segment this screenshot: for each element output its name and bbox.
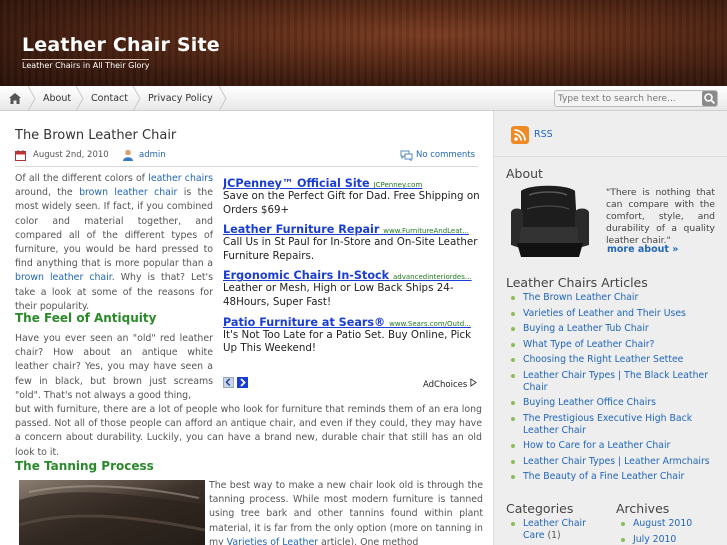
leather-armchair-image xyxy=(511,185,589,257)
home-icon xyxy=(9,93,21,104)
article-link[interactable]: Leather Chair Types | The Black Leather … xyxy=(507,370,717,394)
about-quote: "There is nothing that can compare with … xyxy=(606,187,715,246)
rss-button[interactable] xyxy=(511,126,529,144)
article-link[interactable]: The Prestigious Executive High Back Leat… xyxy=(507,413,717,437)
section-tanning-text: The best way to make a new chair look ol… xyxy=(209,479,483,545)
ad-title[interactable]: Ergonomic Chairs In-Stock advancedinteri… xyxy=(223,269,480,282)
main-content: The Brown Leather Chair August 2nd, 2010… xyxy=(0,111,493,545)
section-antiquity-text-b: but with furniture, there are a lot of p… xyxy=(15,404,482,458)
article-link[interactable]: The Beauty of a Fine Leather Chair xyxy=(507,471,717,483)
adchoices[interactable]: AdChoices xyxy=(423,378,477,390)
nav-item-privacy-policy[interactable]: Privacy Policy xyxy=(148,86,213,111)
ad-unit[interactable]: Patio Furniture at Sears® www.Sears.com/… xyxy=(223,316,480,356)
site-title[interactable]: Leather Chair Site xyxy=(22,34,220,56)
ad-title-text[interactable]: Leather Furniture Repair xyxy=(223,223,379,236)
varieties-of-leather-link[interactable]: Varieties of Leather xyxy=(227,537,318,545)
section-heading-tanning: The Tanning Process xyxy=(15,459,154,473)
ad-title[interactable]: Leather Furniture Repair www.FurnitureAn… xyxy=(223,223,480,236)
ad-text: Leather or Mesh, High or Low Back Ships … xyxy=(223,282,454,308)
article-link[interactable]: Buying Leather Office Chairs xyxy=(507,397,717,409)
post-meta: August 2nd, 2010 admin No comments xyxy=(15,149,478,167)
articles-heading: Leather Chairs Articles xyxy=(506,275,648,290)
site-header: Leather Chair Site Leather Chairs in All… xyxy=(0,0,727,86)
tanning-text: article). One method xyxy=(318,536,419,545)
comments-link[interactable]: No comments xyxy=(416,150,475,160)
rss-icon xyxy=(514,129,526,141)
article-link[interactable]: What Type of Leather Chair? xyxy=(507,339,717,351)
search-input[interactable] xyxy=(554,90,718,107)
ad-unit[interactable]: Leather Furniture Repair www.FurnitureAn… xyxy=(223,223,480,263)
nav-item-contact[interactable]: Contact xyxy=(91,86,128,111)
search-icon xyxy=(704,93,716,105)
archive-link[interactable]: July 2010 xyxy=(617,534,717,545)
article-link[interactable]: Choosing the Right Leather Settee xyxy=(507,354,717,366)
nav-separator xyxy=(218,85,227,112)
ad-text: It's Not Too Late for a Patio Set. Buy O… xyxy=(223,328,472,355)
comments-icon xyxy=(400,150,413,161)
ad-title-text[interactable]: JCPenney™ Official Site xyxy=(223,177,370,190)
category-count: (1) xyxy=(547,530,561,541)
brown-leather-chair-link-2[interactable]: brown leather chair xyxy=(15,272,112,283)
sidebar: RSS About "There is nothing that can com… xyxy=(493,111,727,545)
article-link[interactable]: The Brown Leather Chair xyxy=(507,292,717,304)
leather-chairs-link[interactable]: leather chairs xyxy=(148,173,213,184)
adchoices-label[interactable]: AdChoices xyxy=(423,380,467,390)
ad-url[interactable]: www.Sears.com/Outd... xyxy=(389,320,471,328)
tanning-text: The best way to make a new chair look ol… xyxy=(209,480,483,545)
nav-separator xyxy=(75,85,84,112)
leather-chair-photo xyxy=(19,480,205,545)
article-link[interactable]: Leather Chair Types | Leather Armchairs xyxy=(507,456,717,468)
user-icon xyxy=(123,149,133,161)
adchoices-icon xyxy=(470,378,477,387)
about-heading: About xyxy=(506,166,543,181)
article-link[interactable]: Varieties of Leather and Their Uses xyxy=(507,308,717,320)
article-link[interactable]: Buying a Leather Tub Chair xyxy=(507,323,717,335)
archives-heading: Archives xyxy=(616,501,670,516)
ad-url[interactable]: www.FurnitureAndLeat... xyxy=(383,227,469,235)
calendar-icon xyxy=(15,150,26,161)
articles-list: The Brown Leather Chair Varieties of Lea… xyxy=(507,292,717,487)
nav-separator xyxy=(27,85,36,112)
article-link[interactable]: How to Care for a Leather Chair xyxy=(507,440,717,452)
archive-link[interactable]: August 2010 xyxy=(617,518,717,530)
nav-item-about[interactable]: About xyxy=(43,86,71,111)
site-description: Leather Chairs in All Their Glory xyxy=(22,59,150,70)
ad-text: Call Us in St Paul for In-Store and On-S… xyxy=(223,236,478,262)
nav-separator xyxy=(132,85,141,112)
post-title[interactable]: The Brown Leather Chair xyxy=(15,128,176,143)
section-heading-antiquity: The Feel of Antiquity xyxy=(15,311,157,325)
chevron-right-icon xyxy=(240,378,246,387)
ad-unit[interactable]: JCPenney™ Official Site JCPenney.com Sav… xyxy=(223,177,480,217)
chevron-left-icon xyxy=(225,378,231,386)
ad-url[interactable]: JCPenney.com xyxy=(374,181,423,189)
ad-text: Save on the Perfect Gift for Dad. Free S… xyxy=(223,190,480,216)
ad-title-text[interactable]: Patio Furniture at Sears® xyxy=(223,316,385,329)
ad-block: JCPenney™ Official Site JCPenney.com Sav… xyxy=(223,177,480,362)
rss-link[interactable]: RSS xyxy=(534,129,553,140)
category-item[interactable]: Leather Chair Care (1) xyxy=(507,518,599,542)
categories-list: Leather Chair Care (1) xyxy=(507,518,599,542)
ad-prev-button[interactable] xyxy=(223,377,234,388)
post-intro: Of all the different colors of leather c… xyxy=(15,172,213,314)
intro-text: around, the xyxy=(15,187,80,199)
search-button[interactable] xyxy=(702,91,717,106)
ad-next-button[interactable] xyxy=(237,377,248,388)
nav-home[interactable] xyxy=(0,86,31,111)
ad-title[interactable]: Patio Furniture at Sears® www.Sears.com/… xyxy=(223,316,480,329)
post-author[interactable]: admin xyxy=(139,150,166,160)
sidebar-divider xyxy=(494,156,727,157)
intro-text: Of all the different colors of xyxy=(15,173,149,184)
ad-url[interactable]: advancedinteriordes... xyxy=(393,273,472,281)
brown-leather-chair-link[interactable]: brown leather chair xyxy=(79,187,177,198)
ad-title[interactable]: JCPenney™ Official Site JCPenney.com xyxy=(223,177,480,190)
about-more-link[interactable]: more about » xyxy=(607,244,678,255)
categories-heading: Categories xyxy=(506,501,574,516)
archives-list: August 2010 July 2010 xyxy=(617,518,717,545)
post-date: August 2nd, 2010 xyxy=(33,150,109,160)
section-antiquity-text-a: Have you ever seen an "old" red leather … xyxy=(15,333,213,401)
intro-text: is the most widely seen. If fact, if you… xyxy=(15,187,213,270)
ad-unit[interactable]: Ergonomic Chairs In-Stock advancedinteri… xyxy=(223,269,480,309)
ad-title-text[interactable]: Ergonomic Chairs In-Stock xyxy=(223,269,389,282)
